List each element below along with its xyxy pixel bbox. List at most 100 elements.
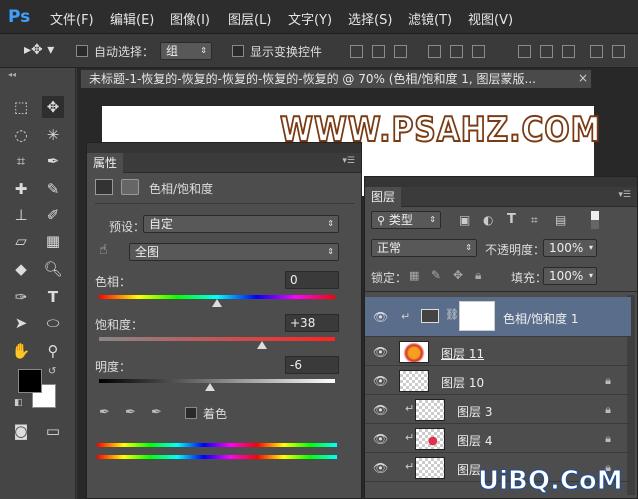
distribute-left-icon[interactable] xyxy=(590,45,603,58)
lock-position-icon[interactable]: ✥ xyxy=(453,268,463,282)
eyedropper-minus-icon[interactable]: ✒ xyxy=(151,405,162,420)
eyedropper-plus-icon[interactable]: ✒ xyxy=(125,405,136,420)
eyedropper-icon[interactable]: ✒ xyxy=(42,150,64,172)
filter-toggle-icon[interactable] xyxy=(591,211,599,229)
menu-layer[interactable]: 图层(L) xyxy=(228,9,271,28)
link-icon[interactable]: ⛓ xyxy=(445,308,459,321)
eyedropper-icon[interactable]: ✒ xyxy=(99,405,110,420)
panel-menu-icon[interactable]: ▾☰ xyxy=(342,156,355,166)
preset-dropdown[interactable]: 自定 ⇕ xyxy=(143,215,339,233)
lightness-slider-thumb[interactable] xyxy=(204,383,215,391)
blend-mode-dropdown[interactable]: 正常 ⇕ xyxy=(371,239,477,257)
zoom-tool-icon[interactable]: ⚲ xyxy=(42,340,64,362)
auto-select-dropdown[interactable]: 组 ⇕ xyxy=(160,42,212,60)
foreground-color-swatch[interactable] xyxy=(18,369,42,393)
range-dropdown[interactable]: 全图 ⇕ xyxy=(129,243,339,261)
move-tool-icon[interactable]: ✥ xyxy=(42,96,64,118)
align-hcenter-icon[interactable] xyxy=(450,45,463,58)
move-tool-icon[interactable]: ▸✥ ▾ xyxy=(24,42,54,58)
default-colors-icon[interactable]: ◧ xyxy=(14,398,23,408)
collapse-icon[interactable]: ◂◂ xyxy=(8,70,16,79)
filter-shape-icon[interactable]: ⌗ xyxy=(531,213,538,228)
lock-pixels-icon[interactable]: ✎ xyxy=(431,268,441,282)
document-tab[interactable]: 未标题-1-恢复的-恢复的-恢复的-恢复的-恢复的 @ 70% (色相/饱和度 … xyxy=(80,69,592,89)
align-right-icon[interactable] xyxy=(472,45,485,58)
visibility-eye-icon[interactable]: 👁︎ xyxy=(373,310,388,324)
distribute-top-icon[interactable] xyxy=(518,45,531,58)
filter-type-icon[interactable]: T xyxy=(507,212,516,227)
layer-row-4[interactable]: 👁︎ ↵ 图层 4 🔒︎ xyxy=(365,425,631,453)
visibility-eye-icon[interactable]: 👁︎ xyxy=(373,345,388,359)
lasso-tool-icon[interactable]: ◌ xyxy=(10,124,32,146)
align-top-icon[interactable] xyxy=(350,45,363,58)
menu-file[interactable]: 文件(F) xyxy=(50,9,94,28)
history-brush-icon[interactable]: ✐ xyxy=(42,204,64,226)
blur-tool-icon[interactable]: ◆ xyxy=(10,258,32,280)
type-tool-icon[interactable]: T xyxy=(42,286,64,308)
visibility-eye-icon[interactable]: 👁︎ xyxy=(373,432,388,446)
swap-colors-icon[interactable]: ↺ xyxy=(48,366,56,377)
menu-edit[interactable]: 编辑(E) xyxy=(110,9,154,28)
crop-tool-icon[interactable]: ⌗ xyxy=(10,150,32,172)
layer-mask-thumbnail[interactable] xyxy=(459,301,495,331)
hue-slider-thumb[interactable] xyxy=(212,299,222,307)
menu-image[interactable]: 图像(I) xyxy=(170,9,210,28)
align-left-icon[interactable] xyxy=(428,45,441,58)
saturation-input[interactable]: +38 xyxy=(285,314,339,332)
visibility-eye-icon[interactable]: 👁︎ xyxy=(373,461,388,475)
align-bottom-icon[interactable] xyxy=(394,45,407,58)
gradient-tool-icon[interactable]: ▦ xyxy=(42,230,64,252)
fill-input[interactable]: 100% ▾ xyxy=(543,267,597,285)
lock-all-icon[interactable]: 🔒︎ xyxy=(475,268,481,283)
opacity-input[interactable]: 100% ▾ xyxy=(543,239,597,257)
panel-grip[interactable] xyxy=(87,143,361,153)
distribute-vcenter-icon[interactable] xyxy=(540,45,553,58)
ellipse-tool-icon[interactable]: ⬭ xyxy=(42,312,64,334)
menu-select[interactable]: 选择(S) xyxy=(348,9,392,28)
lock-transparency-icon[interactable]: ▦ xyxy=(409,269,419,282)
tab-layers[interactable]: 图层 xyxy=(365,187,402,207)
show-transform-checkbox[interactable] xyxy=(232,45,244,57)
on-image-adjust-icon[interactable]: ☝ xyxy=(99,242,108,258)
path-select-icon[interactable]: ➤ xyxy=(10,312,32,334)
saturation-slider-track[interactable] xyxy=(99,337,335,341)
filter-adjustment-icon[interactable]: ◐ xyxy=(483,213,493,227)
menu-type[interactable]: 文字(Y) xyxy=(288,9,332,28)
distribute-bottom-icon[interactable] xyxy=(562,45,575,58)
tab-properties[interactable]: 属性 xyxy=(87,153,124,173)
layer-row-hue-saturation[interactable]: 👁︎ ↵ ⛓ 色相/饱和度 1 xyxy=(365,297,631,337)
filter-kind-dropdown[interactable]: ⚲ 类型 ⇕ xyxy=(371,211,441,229)
panel-grip[interactable] xyxy=(365,177,637,187)
mask-icon[interactable] xyxy=(121,179,139,195)
lightness-slider-track[interactable] xyxy=(99,379,335,383)
close-tab-icon[interactable]: × xyxy=(578,71,588,85)
filter-smart-object-icon[interactable]: ▤ xyxy=(555,213,566,227)
align-vcenter-icon[interactable] xyxy=(372,45,385,58)
pen-tool-icon[interactable]: ✑ xyxy=(10,286,32,308)
hue-input[interactable]: 0 xyxy=(285,271,339,289)
lightness-input[interactable]: -6 xyxy=(285,356,339,374)
panel-menu-icon[interactable]: ▾☰ xyxy=(618,190,631,200)
distribute-hcenter-icon[interactable] xyxy=(612,45,625,58)
saturation-slider-thumb[interactable] xyxy=(256,341,267,349)
menu-view[interactable]: 视图(V) xyxy=(468,9,513,28)
filter-pixel-icon[interactable]: ▣ xyxy=(459,213,470,227)
layer-row-3[interactable]: 👁︎ ↵ 图层 3 🔒︎ xyxy=(365,396,631,424)
marquee-tool-icon[interactable]: ⬚ xyxy=(10,96,32,118)
dodge-tool-icon[interactable]: 🔍︎ xyxy=(42,258,64,280)
layer-row-11[interactable]: 👁︎ 图层 11 xyxy=(365,338,631,366)
auto-select-checkbox[interactable] xyxy=(76,45,88,57)
visibility-eye-icon[interactable]: 👁︎ xyxy=(373,374,388,388)
stamp-tool-icon[interactable]: ⊥ xyxy=(10,204,32,226)
healing-brush-icon[interactable]: ✚ xyxy=(10,178,32,200)
colorize-checkbox[interactable] xyxy=(185,407,197,419)
magic-wand-icon[interactable]: ✳ xyxy=(42,124,64,146)
menu-filter[interactable]: 滤镜(T) xyxy=(408,9,452,28)
visibility-eye-icon[interactable]: 👁︎ xyxy=(373,403,388,417)
hand-tool-icon[interactable]: ✋ xyxy=(10,340,32,362)
layer-row-10[interactable]: 👁︎ 图层 10 🔒︎ xyxy=(365,367,631,395)
screen-mode-icon[interactable]: ▭ xyxy=(42,420,64,442)
quick-mask-icon[interactable]: ◙ xyxy=(10,420,32,442)
eraser-tool-icon[interactable]: ▱ xyxy=(10,230,32,252)
brush-tool-icon[interactable]: ✎ xyxy=(42,178,64,200)
